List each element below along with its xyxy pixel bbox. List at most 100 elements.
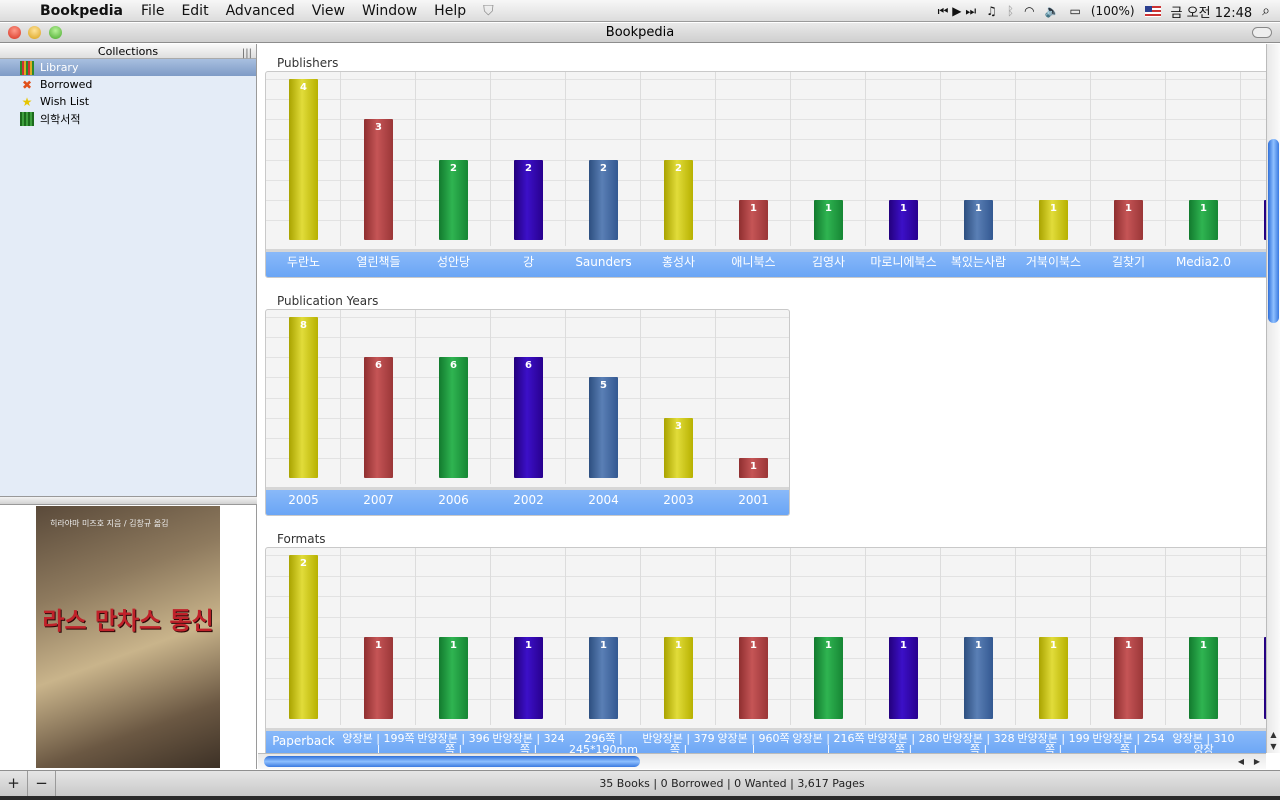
chart-bar[interactable]: 4: [289, 79, 318, 240]
publication-years-chart: 8 6 6 6 5 3 1 2005 2007 2006 2002 2004 2003 2001: [265, 309, 790, 516]
sidebar-item-label: Library: [40, 61, 79, 74]
category-label: 양장본 | 310 양장: [1172, 732, 1235, 753]
chart-bar[interactable]: 1: [439, 637, 468, 719]
music-icon[interactable]: ♫: [986, 4, 997, 18]
chart-bar[interactable]: 1: [739, 457, 768, 478]
chart-bar[interactable]: 1: [739, 199, 768, 240]
bluetooth-icon[interactable]: ᛒ: [1007, 4, 1014, 18]
chart-bar[interactable]: 1: [964, 637, 993, 719]
category-label: 반양장본 | 379쪽 |: [642, 732, 715, 753]
chart-bar[interactable]: 1: [889, 199, 918, 240]
category-label: 2001: [738, 493, 769, 506]
chart-bar[interactable]: 1: [1114, 199, 1143, 240]
sidebar-item-library[interactable]: Library: [0, 59, 256, 76]
scroll-up-icon[interactable]: ▲: [1267, 729, 1280, 741]
bar-value-label: 1: [1200, 640, 1207, 651]
category-label: Paperback: [272, 734, 335, 747]
chart-bar[interactable]: 2: [514, 159, 543, 240]
battery-percent[interactable]: (100%): [1091, 4, 1135, 18]
menu-edit[interactable]: Edit: [181, 3, 208, 19]
chart-bar[interactable]: 2: [589, 159, 618, 240]
horizontal-scroll-thumb[interactable]: [264, 756, 640, 767]
category-label: 반양장본 | 396쪽 |: [417, 732, 490, 753]
chart-bar[interactable]: 1: [514, 637, 543, 719]
category-label-strip: Paperback 양장본 | 199쪽 | 반양장본 | 396쪽 | 반양장본 |…: [266, 728, 1266, 753]
menu-view[interactable]: View: [312, 3, 345, 19]
category-label: 2007: [363, 493, 394, 506]
chart-bar[interactable]: 1: [964, 199, 993, 240]
sidebar-item-borrowed[interactable]: ✖ Borrowed: [0, 76, 256, 93]
sidebar-item-label: Wish List: [40, 95, 90, 108]
chart-bar[interactable]: 1: [814, 637, 843, 719]
horizontal-scrollbar[interactable]: ◀ ▶: [258, 753, 1266, 769]
chart-bar[interactable]: 6: [439, 357, 468, 478]
shield-icon[interactable]: ⛉: [483, 3, 494, 19]
scroll-left-icon[interactable]: ◀: [1233, 754, 1249, 770]
chart-bar[interactable]: 3: [364, 119, 393, 240]
chart-bar[interactable]: 1: [1114, 637, 1143, 719]
vertical-scrollbar[interactable]: ▲ ▼: [1266, 44, 1280, 753]
flag-icon[interactable]: [1144, 5, 1161, 17]
category-label: 반양장본 | 199쪽 |: [1017, 732, 1090, 753]
vertical-scroll-thumb[interactable]: [1268, 139, 1279, 323]
close-window-button[interactable]: [8, 26, 21, 39]
book-cover-image[interactable]: 히라야마 미즈호 지음 / 김창규 옮김 라스 만차스 통신: [36, 506, 220, 768]
resize-grip-icon[interactable]: |||: [242, 46, 252, 61]
chart-bar[interactable]: 1: [739, 637, 768, 719]
chart-bar[interactable]: 6: [364, 357, 393, 478]
chart-bar[interactable]: 1: [1039, 199, 1068, 240]
menu-bar: Bookpedia File Edit Advanced View Window…: [0, 0, 1280, 22]
chart-bar[interactable]: 8: [289, 317, 318, 478]
menu-advanced[interactable]: Advanced: [226, 3, 295, 19]
chart-bar[interactable]: 1: [1189, 637, 1218, 719]
menu-window[interactable]: Window: [362, 3, 417, 19]
minimize-window-button[interactable]: [28, 26, 41, 39]
battery-icon[interactable]: ▭: [1070, 4, 1081, 18]
sidebar-item-wish-list[interactable]: ★ Wish List: [0, 93, 256, 110]
chart-bar[interactable]: 1: [814, 199, 843, 240]
spotlight-icon[interactable]: ⌕: [1262, 3, 1270, 19]
collections-header: Collections |||: [0, 44, 256, 59]
category-label: [1241, 731, 1266, 735]
sidebar-item-medical-books[interactable]: 의학서적: [0, 110, 256, 127]
zoom-window-button[interactable]: [49, 26, 62, 39]
bar-value-label: 6: [375, 360, 382, 372]
statistics-view: Publishers 4 3 2 2 2 2 1 1 1 1 1 1 1 1 두란노 열린책들 성안당 강 Saun…: [258, 44, 1266, 753]
chart-bar[interactable]: 5: [589, 377, 618, 478]
menu-file[interactable]: File: [141, 3, 164, 19]
chart-bar[interactable]: 3: [664, 417, 693, 478]
cover-title: 라스 만차스 통신: [42, 607, 214, 635]
bar-value-label: 6: [450, 360, 457, 372]
chart-bar[interactable]: 1: [364, 637, 393, 719]
bar-value-label: 4: [300, 82, 307, 93]
sidebar-splitter[interactable]: [0, 496, 257, 505]
bar-value-label: 1: [825, 640, 832, 651]
category-label: 2006: [438, 493, 469, 506]
status-text: 35 Books | 0 Borrowed | 0 Wanted | 3,617…: [599, 777, 865, 790]
chart-bar[interactable]: 1: [1039, 637, 1068, 719]
wifi-icon[interactable]: ◠: [1024, 4, 1034, 18]
scroll-down-icon[interactable]: ▼: [1267, 741, 1280, 753]
volume-icon[interactable]: 🔈: [1045, 4, 1060, 18]
chart-bar[interactable]: 2: [664, 159, 693, 240]
scroll-right-icon[interactable]: ▶: [1249, 754, 1265, 770]
bar-value-label: 1: [1200, 202, 1207, 214]
chart-bar[interactable]: 2: [439, 159, 468, 240]
toolbar-toggle-button[interactable]: [1252, 27, 1272, 38]
category-label: 2002: [513, 493, 544, 506]
chart-bar[interactable]: 1: [589, 637, 618, 719]
chart-bar[interactable]: 2: [289, 555, 318, 719]
chart-bar[interactable]: 6: [514, 357, 543, 478]
cover-subtitle: 히라야마 미즈호 지음 / 김창규 옮김: [50, 519, 169, 528]
media-controls-icon[interactable]: ⏮ ▶ ⏭: [938, 4, 976, 19]
chart-bar[interactable]: 1: [1189, 199, 1218, 240]
chart-bar[interactable]: 1: [889, 637, 918, 719]
app-menu[interactable]: Bookpedia: [40, 3, 123, 19]
chart-bar[interactable]: 1: [664, 637, 693, 719]
bar-value-label: 1: [1050, 202, 1057, 214]
cover-preview: 히라야마 미즈호 지음 / 김창규 옮김 라스 만차스 통신: [0, 505, 257, 769]
clock[interactable]: 금 오전 12:48: [1171, 2, 1253, 21]
chart-column: [1241, 548, 1266, 725]
category-label: 두란노: [286, 255, 321, 268]
menu-help[interactable]: Help: [434, 3, 466, 19]
